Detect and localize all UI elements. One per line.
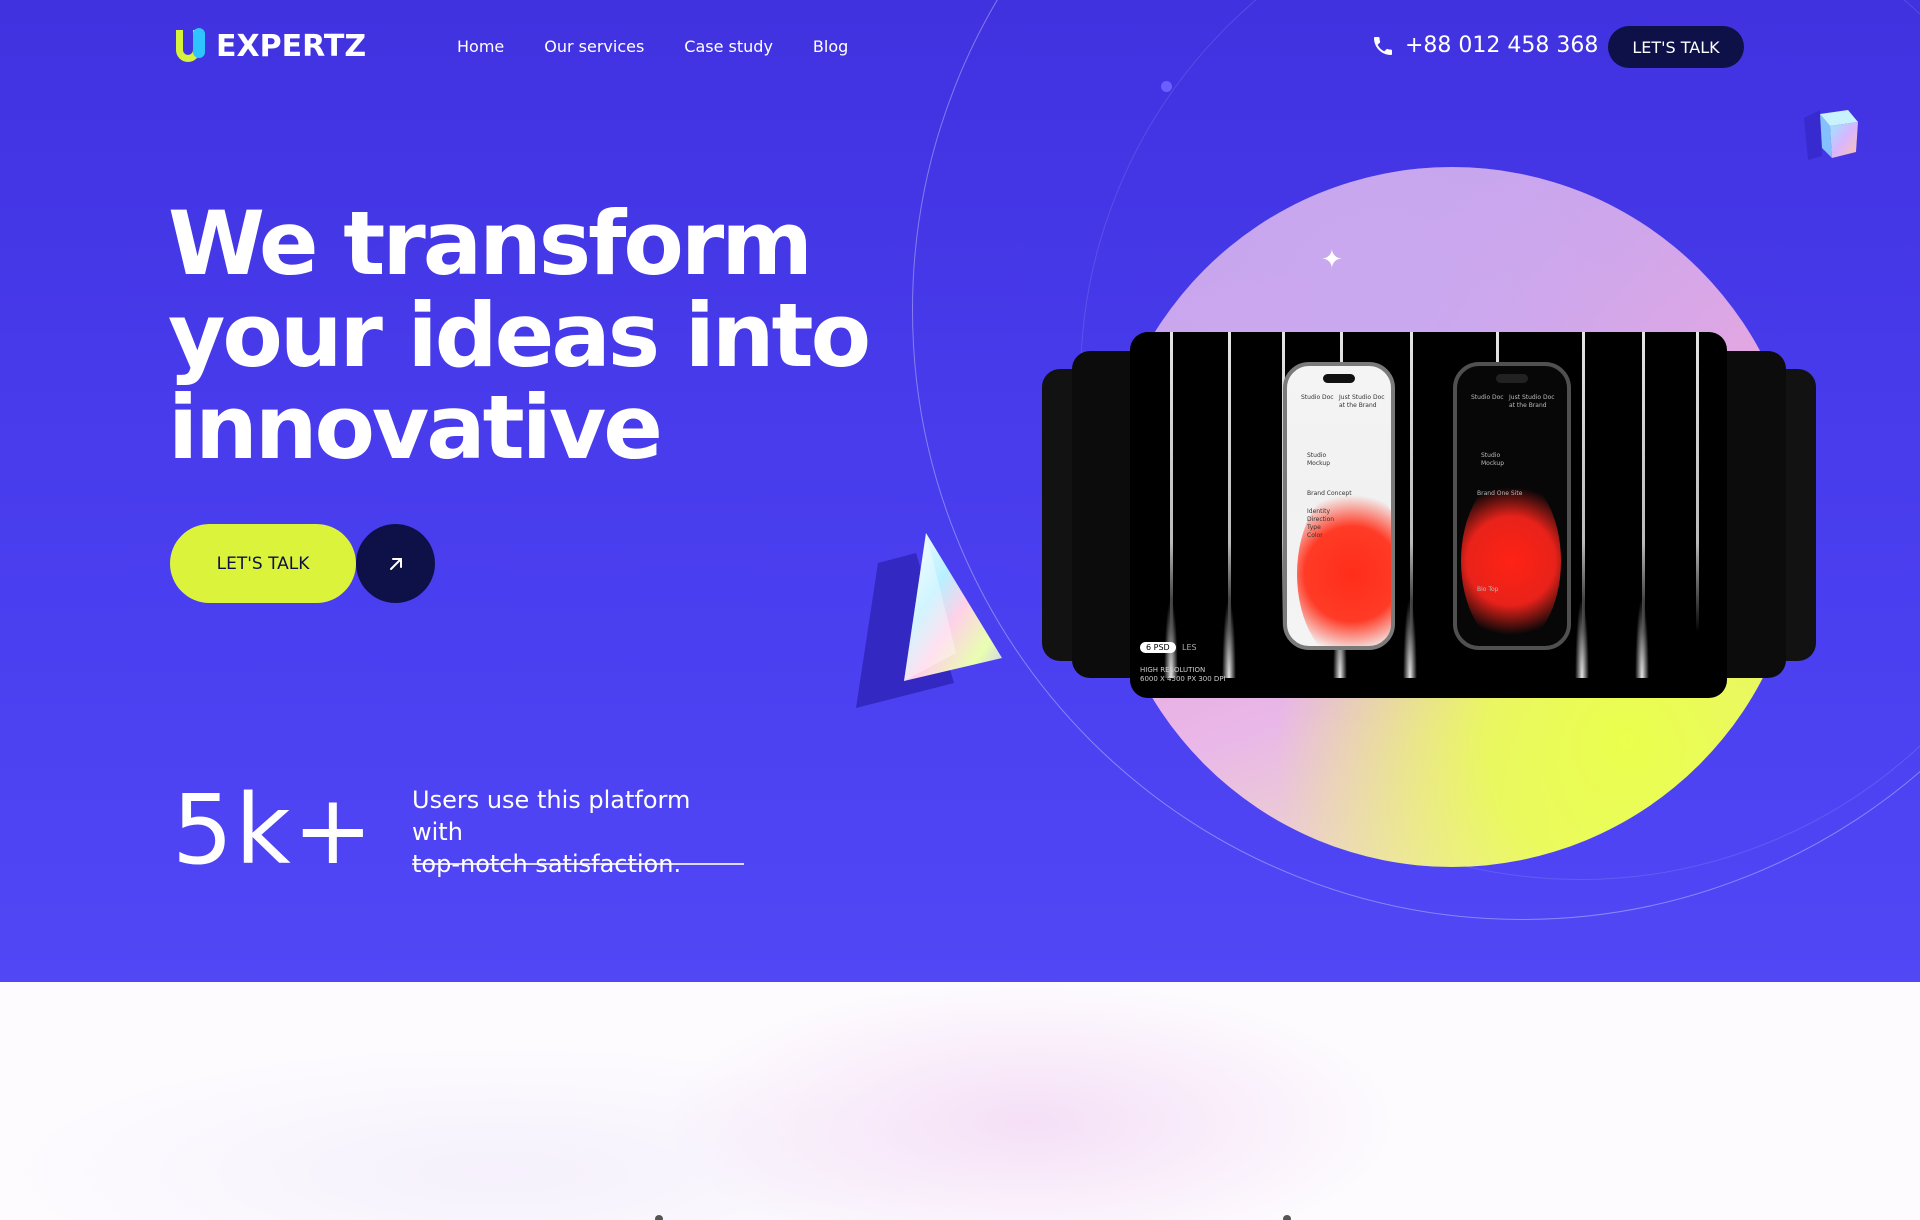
headline-line-1: We transform [168,192,813,295]
main-nav: Home Our services Case study Blog [457,37,888,56]
hero-headline: We transform your ideas into innovative [168,198,1048,474]
resolution-line-1: HIGH RESOLUTION [1140,666,1206,674]
nav-item-our-services[interactable]: Our services [544,37,644,56]
nav-item-blog[interactable]: Blog [813,37,848,56]
resolution-caption: HIGH RESOLUTION 6000 X 4500 PX 300 DPI [1140,666,1226,684]
hero-arrow-button[interactable] [356,524,435,603]
brand-logo[interactable]: EXPERTZ [176,28,366,64]
stat-description-line-1: Users use this platform with [412,786,691,846]
sparkle-icon: ✦ [1321,244,1343,274]
phone-number: +88 012 458 368 [1405,33,1599,58]
headline-line-2: your ideas into [168,284,871,387]
phone-icon [1374,36,1392,55]
header-lets-talk-button[interactable]: LET'S TALK [1608,26,1744,68]
decorative-dot [655,1215,663,1220]
hero-cta-group: LET'S TALK [170,524,435,603]
hero-section: ✦ EXPERTZ Home Our services Case study B… [0,0,1920,982]
decorative-dot [1161,81,1172,92]
stat-value: 5k+ [172,774,376,886]
nav-item-home[interactable]: Home [457,37,504,56]
stat-divider [412,863,744,865]
resolution-line-2: 6000 X 4500 PX 300 DPI [1140,675,1226,683]
decorative-dot [1283,1215,1291,1220]
showcase-card[interactable]: Studio Doc Just Studio Doc at the Brand S… [1130,332,1727,698]
glass-cube-icon [1804,110,1858,160]
next-section [0,982,1920,1220]
phone-link[interactable]: +88 012 458 368 [1371,33,1598,58]
psd-badge: 6 PSD [1140,642,1176,653]
phone-mockup-dark: Studio Doc Just Studio Doc at the Brand S… [1453,362,1571,650]
nav-item-case-study[interactable]: Case study [684,37,773,56]
stat-description: Users use this platform with top-notch s… [412,784,744,880]
headline-line-3: innovative [168,376,663,479]
brand-name: EXPERTZ [216,28,367,64]
hero-lets-talk-button[interactable]: LET'S TALK [170,524,356,603]
u-logo-icon [176,28,210,64]
psd-badge-suffix: LES [1182,643,1197,652]
arrow-up-right-icon [389,557,402,570]
phone-mockup-light: Studio Doc Just Studio Doc at the Brand S… [1283,362,1395,650]
glass-prism-icon [856,533,1002,708]
